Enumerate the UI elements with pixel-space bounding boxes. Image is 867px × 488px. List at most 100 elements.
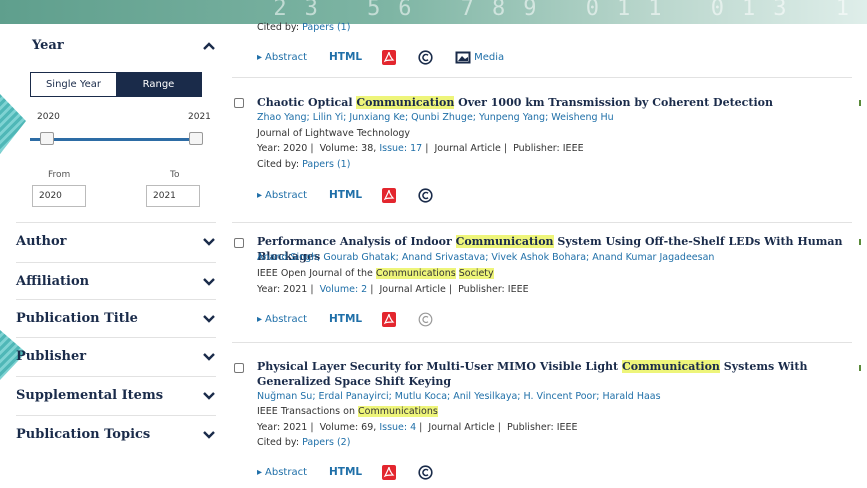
title-text: Performance Analysis of Indoor	[257, 235, 456, 248]
result-actions: Abstract HTML	[257, 187, 455, 203]
meta-year: Year: 2021	[257, 284, 308, 295]
result-title-link[interactable]: Physical Layer Security for Multi-User M…	[257, 359, 847, 389]
slider-min-label: 2020	[37, 112, 60, 122]
meta-volume: Volume: 38,	[319, 143, 377, 154]
cited-by: Cited by: Papers (1)	[257, 159, 350, 170]
facet-author[interactable]: Author	[16, 222, 216, 260]
copyright-icon[interactable]	[418, 464, 433, 480]
copyright-icon[interactable]	[418, 187, 433, 203]
result-item: Physical Layer Security for Multi-User M…	[232, 343, 861, 488]
html-link[interactable]: HTML	[329, 313, 362, 325]
result-item: Chaotic Optical Communication Over 1000 …	[232, 78, 861, 223]
facet-label: Author	[16, 234, 67, 249]
result-meta: Year: 2020 | Volume: 38, Issue: 17 | Jou…	[257, 143, 584, 154]
title-text: Over 1000 km Transmission by Coherent De…	[454, 96, 773, 109]
slider-handle-max[interactable]	[189, 132, 203, 145]
result-title-link[interactable]: Chaotic Optical Communication Over 1000 …	[257, 95, 847, 110]
abstract-toggle[interactable]: Abstract	[257, 190, 307, 201]
facet-affiliation[interactable]: Affiliation	[16, 262, 216, 300]
chevron-down-icon	[203, 391, 215, 400]
year-mode-toggle: Single Year Range	[30, 72, 202, 97]
pdf-icon[interactable]	[382, 311, 397, 327]
cited-by: Cited by: Papers (2)	[257, 437, 350, 448]
facet-label: Affiliation	[16, 274, 90, 289]
title-highlight: Communication	[455, 235, 554, 248]
copyright-icon[interactable]	[418, 49, 433, 65]
html-link[interactable]: HTML	[329, 189, 362, 201]
meta-type: Journal Article	[434, 143, 501, 154]
pdf-icon[interactable]	[382, 49, 397, 65]
result-authors[interactable]: Nuğman Su; Erdal Panayirci; Mutlu Koca; …	[257, 391, 661, 402]
html-link[interactable]: HTML	[329, 466, 362, 478]
slider-handle-min[interactable]	[40, 132, 54, 145]
journal-highlight: Society	[458, 268, 494, 279]
title-highlight: Communication	[621, 360, 720, 373]
abstract-toggle[interactable]: Abstract	[257, 467, 307, 478]
cited-prefix: Cited by:	[257, 159, 300, 170]
cited-papers-link[interactable]: Papers (2)	[302, 437, 350, 448]
journal-text: IEEE Open Journal of the	[257, 268, 376, 279]
from-label: From	[48, 170, 71, 180]
result-checkbox[interactable]	[234, 363, 244, 373]
media-label: Media	[474, 51, 505, 63]
facet-label: Publication Title	[16, 311, 138, 326]
journal-highlight: Communications	[375, 268, 456, 279]
result-actions: Abstract HTML	[257, 464, 455, 480]
results-list: Cited by: Papers (1) Abstract HTML Media…	[232, 0, 867, 488]
meta-publisher: Publisher: IEEE	[507, 422, 578, 433]
pdf-icon[interactable]	[382, 187, 397, 203]
result-checkbox[interactable]	[234, 98, 244, 108]
facet-label: Supplemental Items	[16, 388, 164, 403]
meta-publisher: Publisher: IEEE	[513, 143, 584, 154]
meta-issue-link[interactable]: Issue: 4	[379, 422, 416, 433]
year-facet-header[interactable]: Year	[32, 38, 216, 53]
result-authors[interactable]: Zhao Yang; Lilin Yi; Junxiang Ke; Qunbi …	[257, 112, 614, 123]
to-label: To	[170, 170, 180, 180]
cited-by: Cited by: Papers (1)	[257, 22, 350, 33]
to-year-input[interactable]: 2021	[146, 185, 200, 207]
result-journal[interactable]: Journal of Lightwave Technology	[257, 128, 410, 139]
abstract-toggle[interactable]: Abstract	[257, 314, 307, 325]
result-checkbox[interactable]	[234, 238, 244, 248]
cited-papers-link[interactable]: Papers (1)	[302, 159, 350, 170]
single-year-toggle[interactable]: Single Year	[31, 73, 116, 96]
pdf-icon[interactable]	[382, 464, 397, 480]
year-facet-title: Year	[32, 38, 64, 53]
decorative-shape-top	[0, 94, 26, 154]
result-item: Performance Analysis of Indoor Communica…	[232, 223, 861, 343]
meta-issue-link[interactable]: Issue: 17	[379, 143, 422, 154]
cited-papers-link[interactable]: Papers (1)	[302, 22, 350, 33]
chevron-down-icon	[203, 430, 215, 439]
media-link[interactable]: Media	[455, 51, 504, 64]
html-link[interactable]: HTML	[329, 51, 362, 63]
facet-supplemental-items[interactable]: Supplemental Items	[16, 376, 216, 414]
chevron-down-icon	[203, 352, 215, 361]
meta-year: Year: 2021	[257, 422, 308, 433]
from-year-input[interactable]: 2020	[32, 185, 86, 207]
meta-year: Year: 2020	[257, 143, 308, 154]
facet-publication-title[interactable]: Publication Title	[16, 299, 216, 337]
copyright-icon-disabled	[418, 312, 433, 326]
meta-publisher: Publisher: IEEE	[458, 284, 529, 295]
facet-publisher[interactable]: Publisher	[16, 337, 216, 375]
facet-publication-topics[interactable]: Publication Topics	[16, 415, 216, 453]
meta-volume-link[interactable]: Volume: 2	[320, 284, 368, 295]
result-actions: Abstract HTML	[257, 311, 455, 327]
result-authors[interactable]: Anand Singh; Gourab Ghatak; Anand Srivas…	[257, 252, 714, 263]
edge-mark	[859, 100, 861, 106]
range-toggle[interactable]: Range	[116, 73, 201, 96]
chevron-down-icon	[203, 277, 215, 286]
chevron-down-icon	[203, 314, 215, 323]
chevron-up-icon[interactable]	[202, 39, 216, 53]
meta-type: Journal Article	[428, 422, 495, 433]
year-slider-track[interactable]	[30, 138, 200, 141]
abstract-toggle[interactable]: Abstract	[257, 52, 307, 63]
meta-type: Journal Article	[379, 284, 446, 295]
result-journal[interactable]: IEEE Transactions on Communications	[257, 406, 438, 417]
result-meta: Year: 2021 | Volume: 2 | Journal Article…	[257, 284, 529, 295]
edge-mark	[859, 365, 861, 371]
facet-label: Publisher	[16, 349, 87, 364]
title-highlight: Communication	[356, 96, 455, 109]
cited-prefix: Cited by:	[257, 22, 300, 33]
result-journal[interactable]: IEEE Open Journal of the Communications …	[257, 268, 494, 279]
